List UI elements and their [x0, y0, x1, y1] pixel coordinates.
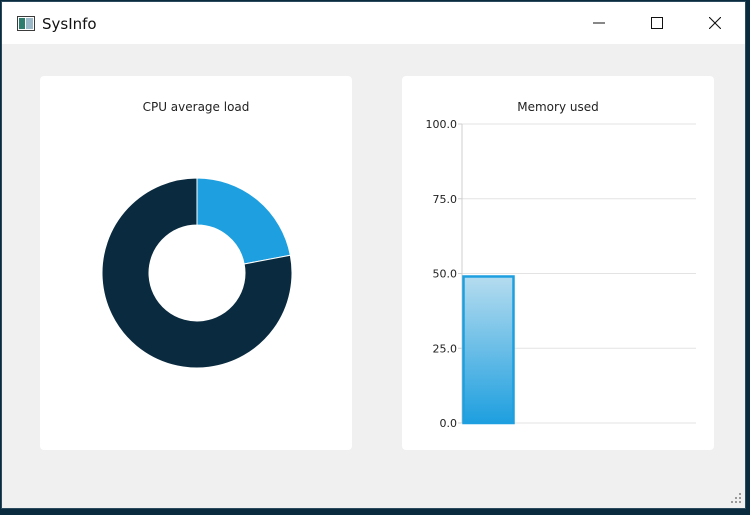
minimize-button[interactable] — [570, 2, 628, 44]
cpu-chart-card: CPU average load — [40, 76, 352, 450]
y-tick-label: 0.0 — [440, 417, 458, 430]
minimize-icon — [593, 22, 605, 24]
memory-chart-card: Memory used 0.0 25.0 50.0 75.0 100.0 — [402, 76, 714, 450]
close-icon — [709, 17, 721, 29]
cpu-donut-chart: CPU average load — [101, 100, 293, 369]
maximize-button[interactable] — [628, 2, 686, 44]
y-tick-label: 100.0 — [426, 118, 458, 131]
y-tick-label: 50.0 — [433, 268, 458, 281]
app-window-icon — [17, 16, 35, 31]
maximize-icon — [651, 17, 663, 29]
cpu-chart-title: CPU average load — [143, 100, 250, 114]
memory-bar-chart: Memory used 0.0 25.0 50.0 75.0 100.0 — [426, 100, 696, 430]
memory-bar-0 — [462, 275, 515, 425]
cpu-slice-0 — [196, 177, 291, 265]
memory-chart-title: Memory used — [517, 100, 598, 114]
y-tick-label: 25.0 — [433, 342, 458, 355]
app-window: SysInfo CPU average load Memory used 0.0… — [1, 1, 746, 509]
y-tick-label: 75.0 — [433, 193, 458, 206]
window-title: SysInfo — [42, 15, 97, 33]
resize-grip-icon[interactable] — [731, 493, 741, 503]
close-button[interactable] — [686, 2, 744, 44]
title-bar[interactable]: SysInfo — [2, 2, 745, 44]
